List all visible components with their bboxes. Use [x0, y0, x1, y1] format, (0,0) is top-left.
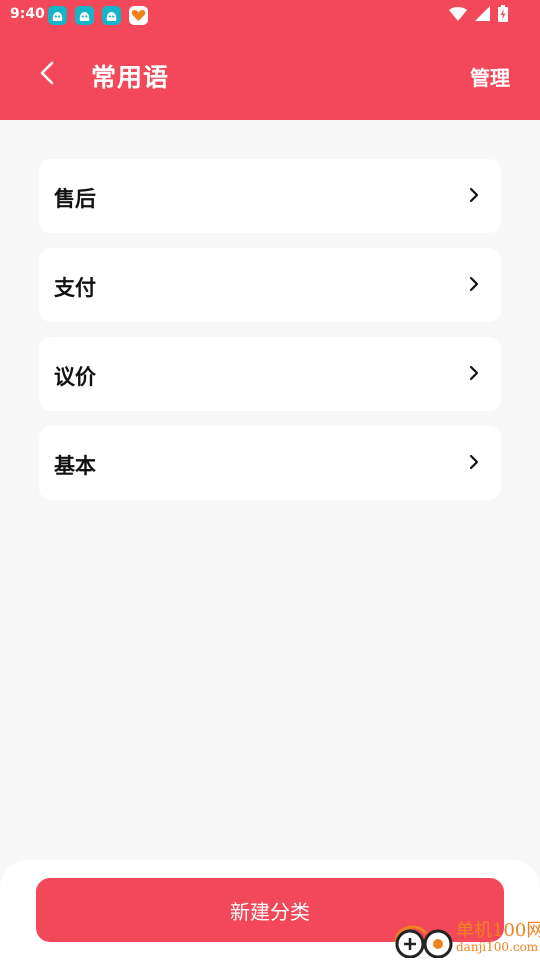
back-button[interactable] — [30, 58, 64, 92]
chevron-right-icon — [467, 274, 481, 294]
chevron-left-icon — [40, 61, 54, 89]
manage-button[interactable]: 管理 — [470, 62, 510, 91]
watermark-logo-icon — [392, 920, 454, 960]
chevron-right-icon — [467, 452, 481, 472]
category-label: 支付 — [54, 276, 96, 300]
category-label: 售后 — [54, 187, 96, 211]
category-list: 售后 支付 议价 基本 — [39, 159, 501, 515]
category-label: 基本 — [54, 454, 96, 478]
nav-bar: 常用语 管理 — [0, 46, 540, 106]
watermark: 单机100网 danji100.com — [392, 914, 540, 960]
chevron-right-icon — [467, 363, 481, 383]
status-time: 9:40 — [10, 6, 45, 22]
signal-icon — [475, 6, 490, 25]
category-item-bargaining[interactable]: 议价 — [39, 337, 501, 411]
app-notification-icon — [102, 6, 121, 25]
system-icons — [449, 5, 508, 26]
app-notification-icon — [48, 6, 67, 25]
page-title: 常用语 — [91, 63, 170, 92]
watermark-name: 单机100网 — [456, 920, 540, 941]
category-item-after-sales[interactable]: 售后 — [39, 159, 501, 233]
heart-app-icon — [129, 6, 148, 25]
category-item-basic[interactable]: 基本 — [39, 426, 501, 500]
status-bar: 9:40 — [0, 0, 540, 32]
app-notification-icon — [75, 6, 94, 25]
category-item-payment[interactable]: 支付 — [39, 248, 501, 322]
chevron-right-icon — [467, 185, 481, 205]
watermark-url: danji100.com — [456, 940, 539, 954]
wifi-icon — [449, 6, 467, 25]
category-label: 议价 — [54, 365, 96, 389]
app-header: 9:40 常用语 管理 — [0, 0, 540, 120]
notification-icons — [48, 6, 148, 25]
battery-charging-icon — [498, 5, 508, 26]
